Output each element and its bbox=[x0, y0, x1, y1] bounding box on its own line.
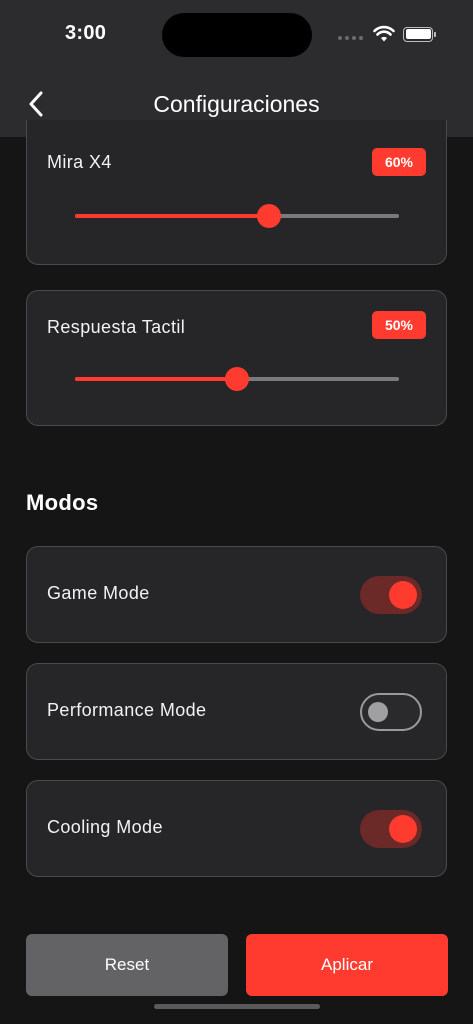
signal-icon bbox=[338, 36, 363, 40]
mode-label: Performance Mode bbox=[47, 700, 207, 720]
mode-label: Cooling Mode bbox=[47, 817, 163, 837]
toggle-knob bbox=[389, 815, 417, 843]
cooling-mode-toggle[interactable] bbox=[360, 810, 422, 848]
percent-badge: 60% bbox=[372, 148, 426, 176]
game-mode-toggle[interactable] bbox=[360, 576, 422, 614]
slider-label: Respuesta Tactil bbox=[47, 317, 186, 337]
performance-mode-toggle[interactable] bbox=[360, 693, 422, 731]
section-title-modos: Modos bbox=[26, 490, 99, 515]
status-time: 3:00 bbox=[65, 22, 107, 44]
toggle-knob bbox=[389, 581, 417, 609]
header-bar: 3:00 Configuraciones bbox=[0, 0, 473, 137]
percent-badge: 50% bbox=[372, 311, 426, 339]
mode-label: Game Mode bbox=[47, 583, 150, 603]
dynamic-island bbox=[162, 13, 312, 57]
slider-thumb[interactable] bbox=[257, 204, 282, 228]
home-indicator bbox=[154, 1004, 320, 1009]
slider-card-mira: Mira X4 60% bbox=[26, 120, 447, 265]
mode-card-game: Game Mode bbox=[26, 546, 447, 643]
reset-button[interactable]: Reset bbox=[26, 934, 228, 996]
slider-thumb[interactable] bbox=[225, 367, 249, 391]
slider-track[interactable] bbox=[75, 204, 399, 228]
slider-track[interactable] bbox=[75, 367, 399, 391]
slider-label: Mira X4 bbox=[47, 152, 112, 172]
status-icons bbox=[338, 24, 436, 44]
wifi-icon bbox=[373, 25, 395, 42]
slider-card-respuesta-tactil: Respuesta Tactil 50% bbox=[26, 290, 447, 426]
slider-fill bbox=[75, 377, 237, 381]
battery-icon bbox=[403, 26, 436, 42]
mode-card-performance: Performance Mode bbox=[26, 663, 447, 760]
toggle-knob bbox=[368, 702, 388, 722]
slider-fill bbox=[75, 214, 270, 218]
apply-button[interactable]: Aplicar bbox=[246, 934, 448, 996]
page-title: Configuraciones bbox=[153, 91, 320, 117]
mode-card-cooling: Cooling Mode bbox=[26, 780, 447, 877]
